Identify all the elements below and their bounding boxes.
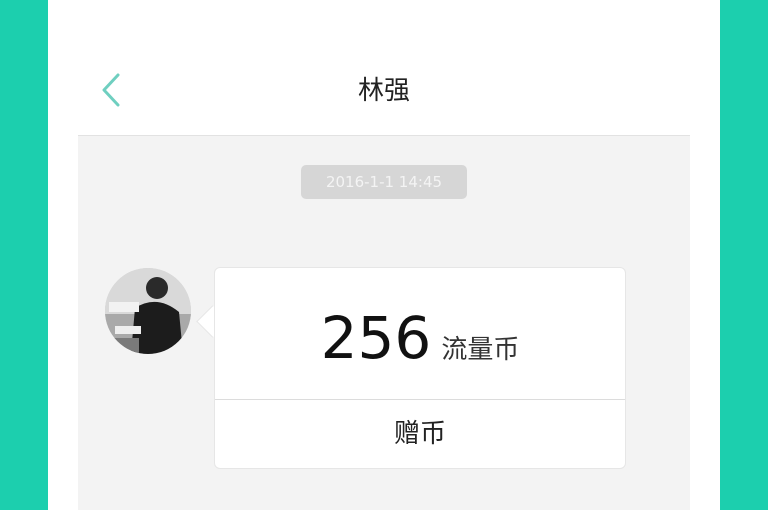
coin-amount: 256 bbox=[320, 304, 432, 372]
message-timestamp: 2016-1-1 14:45 bbox=[301, 165, 467, 199]
chat-area: 2016-1-1 14:45 256 流量币 赠币 bbox=[78, 136, 690, 510]
coin-amount-line: 256 流量币 bbox=[215, 308, 625, 368]
page-title: 林强 bbox=[357, 76, 410, 106]
avatar[interactable] bbox=[105, 268, 191, 354]
gift-coin-button[interactable]: 赠币 bbox=[215, 400, 625, 468]
coin-message-card[interactable]: 256 流量币 赠币 bbox=[214, 267, 626, 469]
phone-screen: 林强 2016-1-1 14:45 256 流量币 赠币 bbox=[48, 0, 720, 510]
coin-unit: 流量币 bbox=[441, 335, 520, 365]
coin-amount-section: 256 流量币 bbox=[215, 268, 625, 400]
navigation-bar: 林强 bbox=[78, 45, 690, 136]
avatar-photo bbox=[105, 268, 191, 354]
